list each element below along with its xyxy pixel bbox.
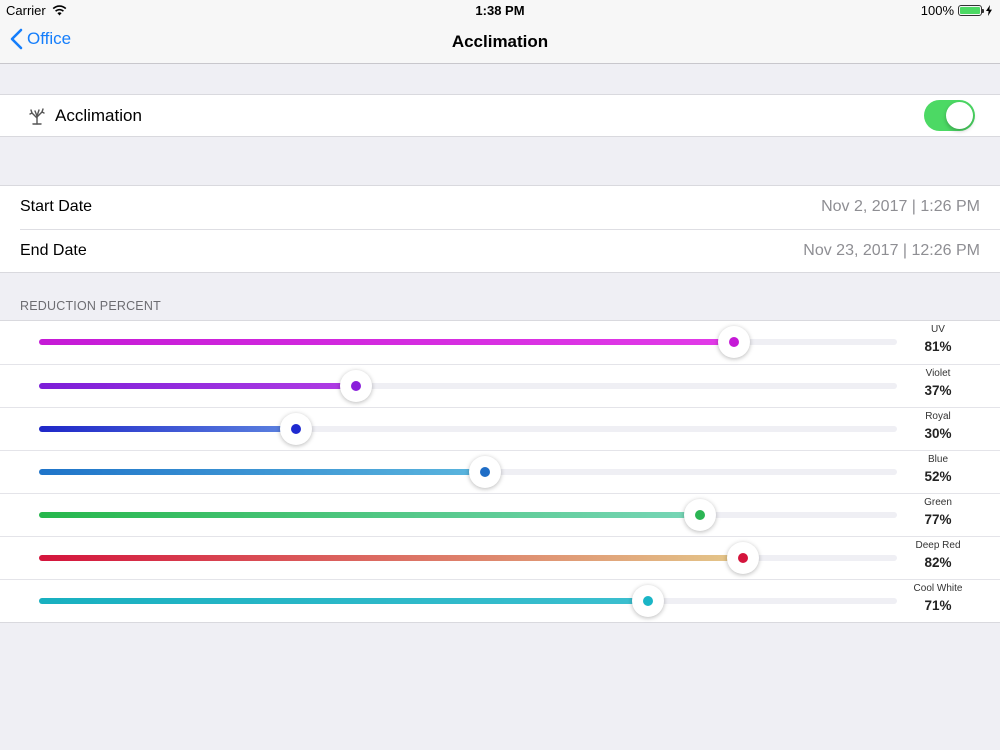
slider-thumb-dot: [694, 510, 705, 520]
status-right: 100%: [921, 3, 992, 18]
slider-track[interactable]: [39, 370, 897, 402]
slider-fill: [39, 383, 357, 389]
channel-percent: 37%: [924, 383, 952, 398]
slider-thumb-dot: [291, 424, 302, 434]
slider-row: Deep Red 82%: [0, 536, 1000, 579]
reduction-percent-header: REDUCTION PERCENT: [20, 299, 161, 313]
start-date-row[interactable]: Start Date Nov 2, 2017 | 1:26 PM: [0, 186, 1000, 229]
channel-percent: 71%: [924, 598, 952, 613]
acclimation-label: Acclimation: [55, 106, 142, 125]
coral-icon: [29, 108, 45, 125]
slider-row: Blue 52%: [0, 450, 1000, 493]
slider-row: Green 77%: [0, 493, 1000, 536]
slider-fill: [39, 555, 743, 561]
charging-bolt-icon: [986, 5, 992, 16]
slider-track[interactable]: [39, 542, 897, 574]
slider-fill: [39, 469, 486, 475]
slider-track[interactable]: [39, 499, 897, 531]
start-date-label: Start Date: [20, 198, 93, 215]
reduction-sliders-section: UV 81% Violet 37% Royal 30% Blue 52% Green 77% Dee…: [0, 320, 1000, 623]
status-bar: Carrier 1:38 PM 100%: [0, 0, 1000, 20]
slider-thumb[interactable]: [717, 326, 750, 358]
toggle-knob: [946, 102, 973, 129]
channel-name: Violet: [925, 368, 951, 379]
slider-thumb[interactable]: [683, 499, 716, 531]
dates-section: Start Date Nov 2, 2017 | 1:26 PM End Dat…: [0, 185, 1000, 273]
slider-row: UV 81%: [0, 321, 1000, 364]
slider-row: Violet 37%: [0, 364, 1000, 407]
channel-percent: 52%: [924, 469, 952, 484]
slider-fill: [39, 339, 734, 345]
channel-percent: 77%: [924, 512, 952, 527]
slider-thumb[interactable]: [280, 413, 313, 445]
channel-percent: 81%: [924, 339, 952, 354]
slider-track[interactable]: [39, 456, 897, 488]
slider-thumb-dot: [480, 467, 491, 477]
channel-name: Royal: [925, 411, 951, 422]
slider-thumb[interactable]: [340, 370, 373, 402]
battery-icon: [958, 5, 984, 16]
slider-fill: [39, 598, 649, 604]
channel-name: Blue: [927, 454, 948, 465]
channel-name: Green: [924, 497, 952, 508]
battery-fill: [960, 7, 980, 14]
navigation-bar: Office Acclimation: [0, 20, 1000, 64]
channel-percent: 30%: [924, 426, 952, 441]
slider-fill: [39, 512, 700, 518]
slider-track[interactable]: [39, 413, 897, 445]
acclimation-toggle-row: Acclimation: [0, 94, 1000, 137]
slider-thumb-dot: [728, 337, 739, 347]
channel-name: UV: [931, 324, 945, 335]
slider-row: Cool White 71%: [0, 579, 1000, 622]
slider-track[interactable]: [39, 326, 897, 358]
channel-name: Cool White: [913, 583, 963, 594]
slider-thumb-dot: [643, 596, 654, 606]
acclimation-toggle[interactable]: [924, 100, 975, 131]
channel-percent: 82%: [924, 555, 952, 570]
start-date-value: Nov 2, 2017 | 1:26 PM: [821, 198, 980, 215]
battery-percent: 100%: [920, 3, 954, 18]
channel-name: Deep Red: [915, 540, 961, 551]
slider-fill: [39, 426, 297, 432]
slider-thumb[interactable]: [632, 585, 665, 617]
slider-thumb[interactable]: [726, 542, 759, 574]
slider-thumb[interactable]: [469, 456, 502, 488]
page-title: Acclimation: [451, 32, 549, 51]
end-date-value: Nov 23, 2017 | 12:26 PM: [803, 242, 980, 259]
end-date-row[interactable]: End Date Nov 23, 2017 | 12:26 PM: [20, 229, 1000, 272]
slider-thumb-dot: [737, 553, 748, 563]
end-date-label: End Date: [20, 242, 87, 259]
slider-track[interactable]: [39, 585, 897, 617]
status-time: 1:38 PM: [475, 3, 525, 18]
slider-row: Royal 30%: [0, 407, 1000, 450]
slider-thumb-dot: [351, 381, 362, 391]
